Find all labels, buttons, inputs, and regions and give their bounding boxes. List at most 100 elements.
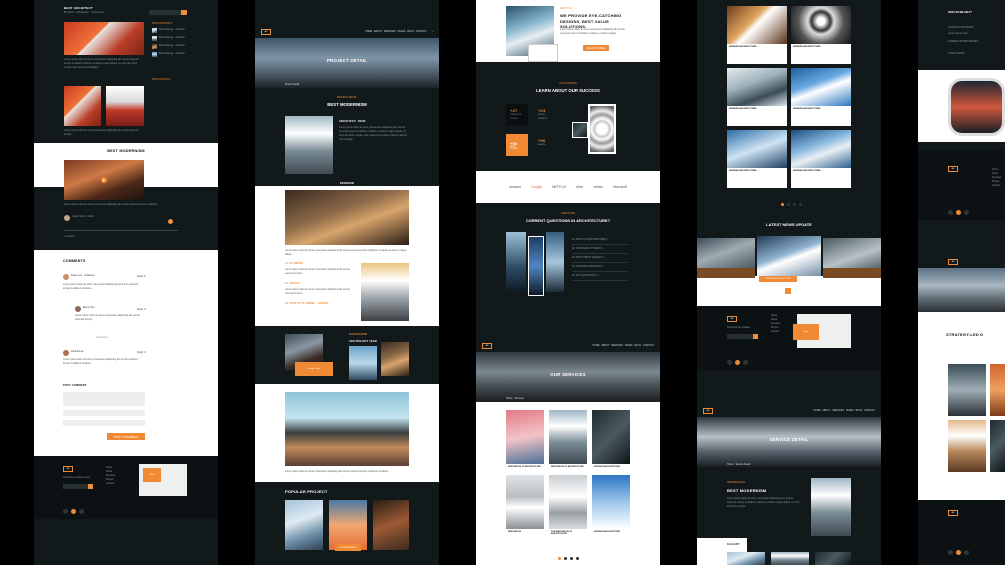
faq-item[interactable]: 02. HOW DOES IT WORK? +: [572, 245, 628, 254]
project-description: Lorem ipsum dolor sit amet, consectetur …: [339, 126, 407, 141]
faq-label: HOW CAN WE HELP?: [948, 12, 972, 14]
logo[interactable]: AD: [482, 343, 492, 349]
popular-card-label[interactable]: MODERN DESIGN: [335, 544, 361, 551]
faq-title: CURRENT QUESTIONS IN ARCHITECTURE?: [525, 218, 611, 223]
faq-item[interactable]: LOOKING FOR WORK?: [948, 26, 974, 30]
footer-links[interactable]: Home About Services Project Contact: [106, 466, 115, 486]
section-title: STRATEGY-LED D: [946, 332, 984, 337]
project-card[interactable]: MODERN ARCHITECTURE: [727, 130, 787, 188]
breadcrumb[interactable]: Home · Service Detail: [727, 463, 750, 467]
popular-card[interactable]: [329, 500, 367, 550]
reply-link[interactable]: Reply ⟲: [137, 351, 146, 355]
stats-grid: +47 COMPLETED PROJECT +24 EXPERT MEMBERS +…: [506, 104, 556, 156]
brand-logo: Uber: [576, 185, 584, 189]
faq-item[interactable]: LATEST NEWS: [948, 52, 965, 56]
service-card[interactable]: INTERIOR ARCHITECTURE: [592, 475, 630, 537]
faq-item[interactable]: CAREER OPPORTUNITIES: [948, 40, 978, 44]
faq-item[interactable]: 03. WHAT ABOUT DESIGN? +: [572, 254, 628, 263]
service-card[interactable]: RENOVATION OF ARCHITECTURE: [549, 410, 587, 470]
popular-card[interactable]: [373, 500, 409, 550]
send-icon[interactable]: ›: [753, 334, 758, 339]
news-next-icon[interactable]: ›: [785, 288, 791, 294]
post-image: [64, 22, 144, 55]
service-card[interactable]: RENOVATION: [506, 475, 544, 537]
project-card[interactable]: MODERN ARCHITECTURE: [727, 68, 787, 126]
stat-card: +90 AWARDS: [538, 138, 546, 146]
footer-links[interactable]: Home About Services Project Contact: [771, 314, 780, 334]
service-title: SERVICE DETAIL: [769, 437, 809, 442]
social-icons[interactable]: [948, 550, 969, 555]
map-info-card: Office: [793, 324, 819, 340]
comment-text: Lorem ipsum dolor sit amet, consectetur …: [63, 283, 139, 290]
send-icon[interactable]: ›: [88, 484, 93, 489]
hero-subtitle: ABOUT US: [560, 8, 572, 10]
faq-item-text: Lorem ipsum dolor: [948, 32, 968, 35]
post-meta: By Admin · Architecture · 3 comments: [64, 11, 104, 14]
load-more-link[interactable]: Read More: [96, 336, 108, 340]
name-field[interactable]: [63, 410, 145, 416]
service-card[interactable]: RENOVATION OF ARCHITECTURE: [506, 410, 544, 470]
faq-item[interactable]: 01. WHAT IS ARCHITECTURE? +: [572, 236, 628, 245]
share-icon[interactable]: +: [168, 219, 173, 224]
team-caption: Design Team: [295, 362, 333, 376]
comment-textarea[interactable]: [63, 392, 145, 406]
stat-card: +24 EXPERT MEMBERS: [538, 108, 548, 120]
project-card[interactable]: MODERN ARCHITECTURE: [727, 6, 787, 64]
logo[interactable]: AD: [703, 408, 713, 414]
project-grid: MODERN ARCHITECTURE MODERN ARCHITECTURE …: [727, 6, 851, 188]
popular-card[interactable]: [285, 500, 323, 550]
feature-text: Lorem ipsum dolor sit amet consectetur a…: [285, 470, 389, 473]
nav-links[interactable]: HOME · ABOUT · SERVICES · PAGES · BLOG ·…: [814, 410, 875, 412]
search-icon[interactable]: ⌕: [432, 31, 433, 33]
breadcrumb[interactable]: Home · Services: [506, 397, 524, 401]
nav-links[interactable]: HOME · ABOUT · SERVICES · PAGES · BLOG ·…: [593, 345, 654, 347]
faq-list[interactable]: 01. WHAT IS ARCHITECTURE? + 02. HOW DOES…: [572, 236, 628, 281]
faq-item[interactable]: 04. PLANNING PROCESS? +: [572, 263, 628, 272]
plane-window-image: [948, 78, 1005, 136]
comment-author: Elena Tran: [83, 306, 95, 309]
project-card[interactable]: MODERN ARCHITECTURE: [791, 6, 851, 64]
breadcrumb[interactable]: Project Detail: [285, 83, 299, 87]
news-badge[interactable]: MODERN ARCHITECTURE: [759, 276, 797, 282]
navbar: AD: [918, 256, 1005, 268]
prev-post-link[interactable]: ‹ Previous: [64, 235, 75, 239]
social-icons[interactable]: [948, 210, 969, 215]
logo[interactable]: AD: [948, 259, 958, 265]
newsletter-input[interactable]: [63, 484, 91, 489]
social-icons[interactable]: [63, 509, 84, 514]
project-card[interactable]: MODERN ARCHITECTURE: [791, 130, 851, 188]
footer-links[interactable]: Home About Services Project Contact: [992, 168, 1001, 188]
blog-detail-column: BEST ARCHITECT By Admin · Architecture ·…: [34, 0, 218, 565]
section-subtitle: PROJECT DETAIL: [337, 96, 357, 99]
social-icons[interactable]: [727, 360, 748, 365]
email-field[interactable]: [63, 420, 145, 426]
post-image-right: [106, 86, 144, 126]
newsletter-input[interactable]: [727, 334, 753, 339]
pagination[interactable]: [781, 203, 802, 206]
play-icon[interactable]: ▶: [101, 177, 107, 183]
project-card[interactable]: MODERN ARCHITECTURE: [791, 68, 851, 126]
about-column: ABOUT US WE PROVIDE EYE-CATCHING DESIGNS…: [476, 0, 660, 565]
faq-item[interactable]: 05. ANY QUESTIONS? +: [572, 272, 628, 281]
service-card[interactable]: FOR RENOVATION OF ARCHITECTURE: [549, 475, 587, 537]
map[interactable]: Office: [139, 464, 187, 496]
post-comment-button[interactable]: POST COMMENT: [107, 433, 145, 440]
author-avatar: [64, 215, 70, 221]
comments-title: COMMENTS: [63, 259, 86, 263]
map[interactable]: Office: [793, 314, 851, 348]
reply-link[interactable]: Reply ⟲: [137, 308, 146, 312]
pagination[interactable]: [558, 557, 579, 560]
stats-image-small: [572, 122, 588, 138]
nav-links[interactable]: HOME · ABOUT · SERVICES · PAGES · BLOG ·…: [365, 31, 426, 33]
reply-link[interactable]: Reply ⟲: [137, 275, 146, 279]
search-icon[interactable]: ⌕: [181, 10, 187, 15]
section-title: BEST MODERNISM: [327, 102, 367, 107]
step-text: Lorem ipsum dolor sit amet consectetur a…: [285, 288, 350, 295]
service-card[interactable]: INTERIOR ARCHITECTURE: [592, 410, 630, 470]
faq-image: [546, 232, 564, 292]
logo[interactable]: AD: [261, 29, 271, 35]
highlight-title: BEST MODERNISM: [107, 149, 145, 153]
hero-button[interactable]: READ MORE: [583, 45, 609, 51]
navbar: AD HOME · ABOUT · SERVICES · PAGES · BLO…: [697, 405, 881, 417]
projects-column: MODERN ARCHITECTURE MODERN ARCHITECTURE …: [697, 0, 881, 565]
